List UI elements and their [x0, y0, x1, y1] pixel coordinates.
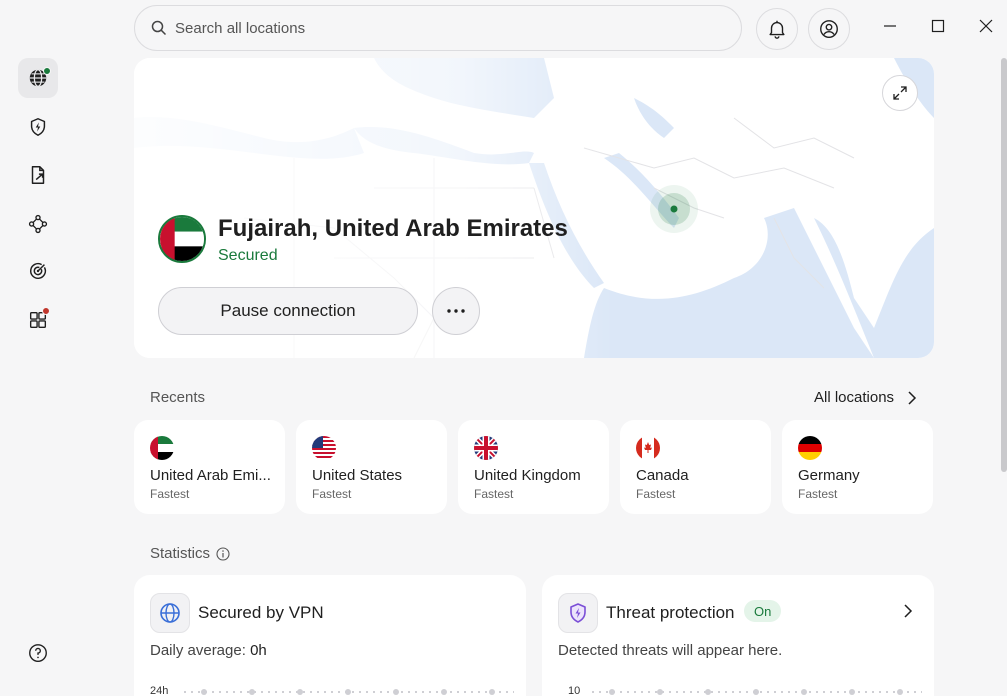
vpn-stats-title: Secured by VPN — [198, 603, 324, 622]
vpn-stats-card[interactable]: Secured by VPN Daily average: 0h 24h — [134, 575, 526, 696]
maximize-icon — [931, 19, 945, 33]
chevron-right-icon[interactable] — [902, 603, 914, 619]
recent-location-sub: Fastest — [150, 487, 190, 501]
all-locations-label: All locations — [814, 389, 895, 406]
search-icon — [151, 20, 167, 36]
connected-badge — [43, 67, 51, 75]
sidebar-item-dark-web-monitor[interactable] — [18, 251, 58, 291]
bell-icon — [769, 20, 785, 39]
search-bar[interactable] — [134, 5, 742, 51]
recent-location-name: United Kingdom — [474, 467, 581, 484]
recent-location-sub: Fastest — [798, 487, 838, 501]
connected-location-title: Fujairah, United Arab Emirates — [218, 215, 568, 242]
vpn-globe-badge — [150, 593, 190, 633]
chevron-right-icon — [908, 390, 917, 405]
daily-average-label: Daily average: — [150, 642, 251, 659]
more-icon — [447, 309, 465, 313]
profile-button[interactable] — [808, 8, 850, 50]
shield-bolt-icon — [570, 603, 586, 623]
recent-location-card[interactable]: United Kingdom Fastest — [458, 420, 609, 514]
connection-map-card: Fujairah, United Arab Emirates Secured P… — [134, 58, 934, 358]
germany-flag-icon — [798, 436, 822, 460]
threat-shield-badge — [558, 593, 598, 633]
expand-icon — [893, 86, 907, 100]
flag-icon — [150, 436, 174, 460]
all-locations-link[interactable]: All locations — [814, 389, 918, 406]
recent-location-sub: Fastest — [474, 487, 514, 501]
recent-location-name: Canada — [636, 467, 689, 484]
recent-location-sub: Fastest — [636, 487, 676, 501]
sidebar-item-threat-protection[interactable] — [18, 107, 58, 147]
recent-location-card[interactable]: Germany Fastest — [782, 420, 933, 514]
meshnet-icon — [28, 214, 48, 234]
shield-bolt-icon — [30, 118, 46, 136]
close-button[interactable] — [974, 14, 998, 38]
sidebar-item-meshnet[interactable] — [18, 204, 58, 244]
uae-flag-icon — [150, 436, 174, 460]
more-options-button[interactable] — [432, 287, 480, 335]
vpn-daily-average: Daily average: 0h — [150, 642, 267, 659]
recent-location-name: United States — [312, 467, 403, 484]
flag-icon — [636, 436, 660, 460]
sidebar — [0, 0, 76, 696]
vpn-axis-top-label: 24h — [150, 685, 169, 696]
close-icon — [979, 19, 993, 33]
sidebar-item-countries[interactable] — [18, 58, 58, 98]
threat-protection-sub: Detected threats will appear here. — [558, 642, 783, 659]
sidebar-item-file-share[interactable] — [18, 155, 58, 195]
sidebar-item-apps[interactable] — [18, 300, 58, 340]
expand-map-button[interactable] — [882, 75, 918, 111]
help-icon — [29, 644, 47, 662]
apps-alert-badge — [42, 307, 50, 315]
flag-icon — [474, 436, 498, 460]
statistics-heading: Statistics — [150, 545, 230, 562]
uae-flag-icon — [160, 217, 204, 261]
us-flag-icon — [312, 436, 336, 460]
threat-protection-card[interactable]: Threat protection On Detected threats wi… — [542, 575, 934, 696]
vpn-chart-gridline — [184, 689, 514, 695]
recents-label: Recents — [150, 389, 206, 406]
threat-axis-top-label: 10 — [568, 685, 581, 696]
threat-protection-title: Threat protection — [606, 603, 735, 622]
daily-average-value: 0h — [250, 642, 267, 659]
recent-location-name: Germany — [798, 467, 860, 484]
recent-location-card[interactable]: United States Fastest — [296, 420, 447, 514]
flag-icon — [312, 436, 336, 460]
info-icon[interactable] — [216, 546, 230, 561]
notifications-button[interactable] — [756, 8, 798, 50]
recent-location-card[interactable]: Canada Fastest — [620, 420, 771, 514]
help-button[interactable] — [18, 633, 58, 673]
uk-flag-icon — [474, 436, 498, 460]
recent-location-card[interactable]: United Arab Emi... Fastest — [134, 420, 285, 514]
user-icon — [820, 20, 838, 38]
scrollbar[interactable] — [1001, 58, 1007, 472]
minimize-button[interactable] — [878, 14, 902, 38]
globe-icon — [160, 603, 180, 623]
recent-location-sub: Fastest — [312, 487, 352, 501]
file-share-icon — [31, 166, 45, 184]
pause-connection-button[interactable]: Pause connection — [158, 287, 418, 335]
canada-flag-icon — [636, 436, 660, 460]
flag-icon — [798, 436, 822, 460]
status-badge: On — [744, 600, 782, 622]
connected-country-flag — [158, 215, 206, 263]
maximize-button[interactable] — [926, 14, 950, 38]
statistics-label: Statistics — [150, 545, 211, 562]
threat-chart-gridline — [592, 689, 922, 695]
minimize-icon — [884, 25, 896, 27]
search-input[interactable] — [175, 19, 735, 37]
radar-icon — [29, 262, 47, 280]
recent-location-name: United Arab Emi... — [150, 467, 271, 484]
connection-status: Secured — [218, 247, 278, 264]
